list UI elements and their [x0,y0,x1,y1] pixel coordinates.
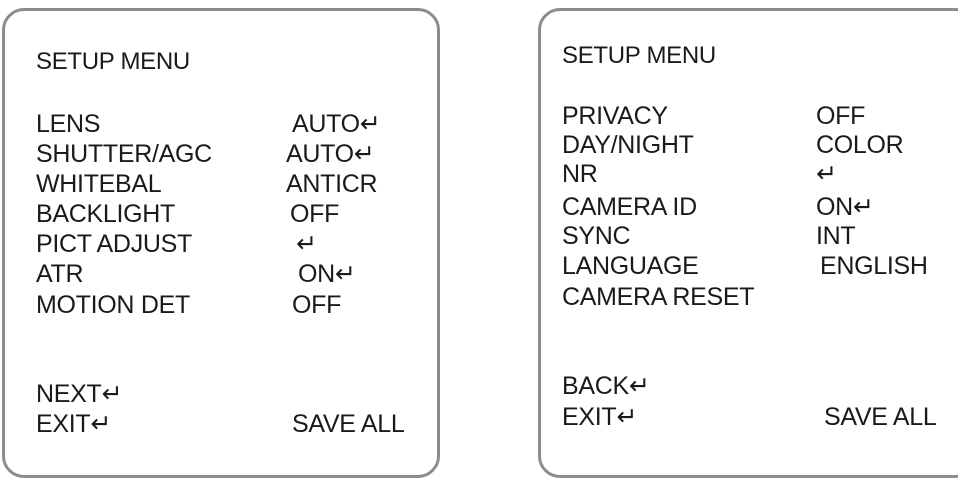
menu-item-sync[interactable]: SYNC [562,222,631,250]
menu-item-motion-det[interactable]: MOTION DET [36,291,190,319]
nr-enter-icon[interactable]: ↵ [816,160,837,188]
exit-button-left[interactable]: EXIT↵ [36,410,111,438]
shutter-agc-value[interactable]: AUTO↵ [286,140,375,168]
menu-item-language[interactable]: LANGUAGE [562,252,699,280]
back-button[interactable]: BACK↵ [562,372,650,400]
privacy-value[interactable]: OFF [816,102,865,130]
camera-id-value[interactable]: ON↵ [816,193,874,221]
menu-item-camera-id[interactable]: CAMERA ID [562,193,697,221]
left-menu-title: SETUP MENU [36,48,190,75]
menu-item-whitebal[interactable]: WHITEBAL [36,170,162,198]
sync-value[interactable]: INT [816,222,856,250]
lens-value[interactable]: AUTO↵ [292,110,381,138]
backlight-value[interactable]: OFF [290,200,339,228]
menu-item-camera-reset[interactable]: CAMERA RESET [562,283,755,311]
atr-value[interactable]: ON↵ [298,260,356,288]
motion-det-value[interactable]: OFF [292,291,341,319]
pict-adjust-enter-icon[interactable]: ↵ [296,230,317,258]
next-button[interactable]: NEXT↵ [36,380,122,408]
exit-button-right[interactable]: EXIT↵ [562,403,637,431]
day-night-value[interactable]: COLOR [816,131,904,159]
menu-item-nr[interactable]: NR [562,160,598,188]
menu-item-atr[interactable]: ATR [36,260,84,288]
menu-item-day-night[interactable]: DAY/NIGHT [562,131,694,159]
menu-item-lens[interactable]: LENS [36,110,100,138]
menu-item-privacy[interactable]: PRIVACY [562,102,668,130]
language-value[interactable]: ENGLISH [820,252,928,280]
menu-item-backlight[interactable]: BACKLIGHT [36,200,175,228]
save-all-button-right[interactable]: SAVE ALL [824,403,937,431]
whitebal-value[interactable]: ANTICR [286,170,378,198]
menu-item-pict-adjust[interactable]: PICT ADJUST [36,230,192,258]
menu-item-shutter-agc[interactable]: SHUTTER/AGC [36,140,212,168]
save-all-button-left[interactable]: SAVE ALL [292,410,405,438]
right-menu-title: SETUP MENU [562,42,716,69]
